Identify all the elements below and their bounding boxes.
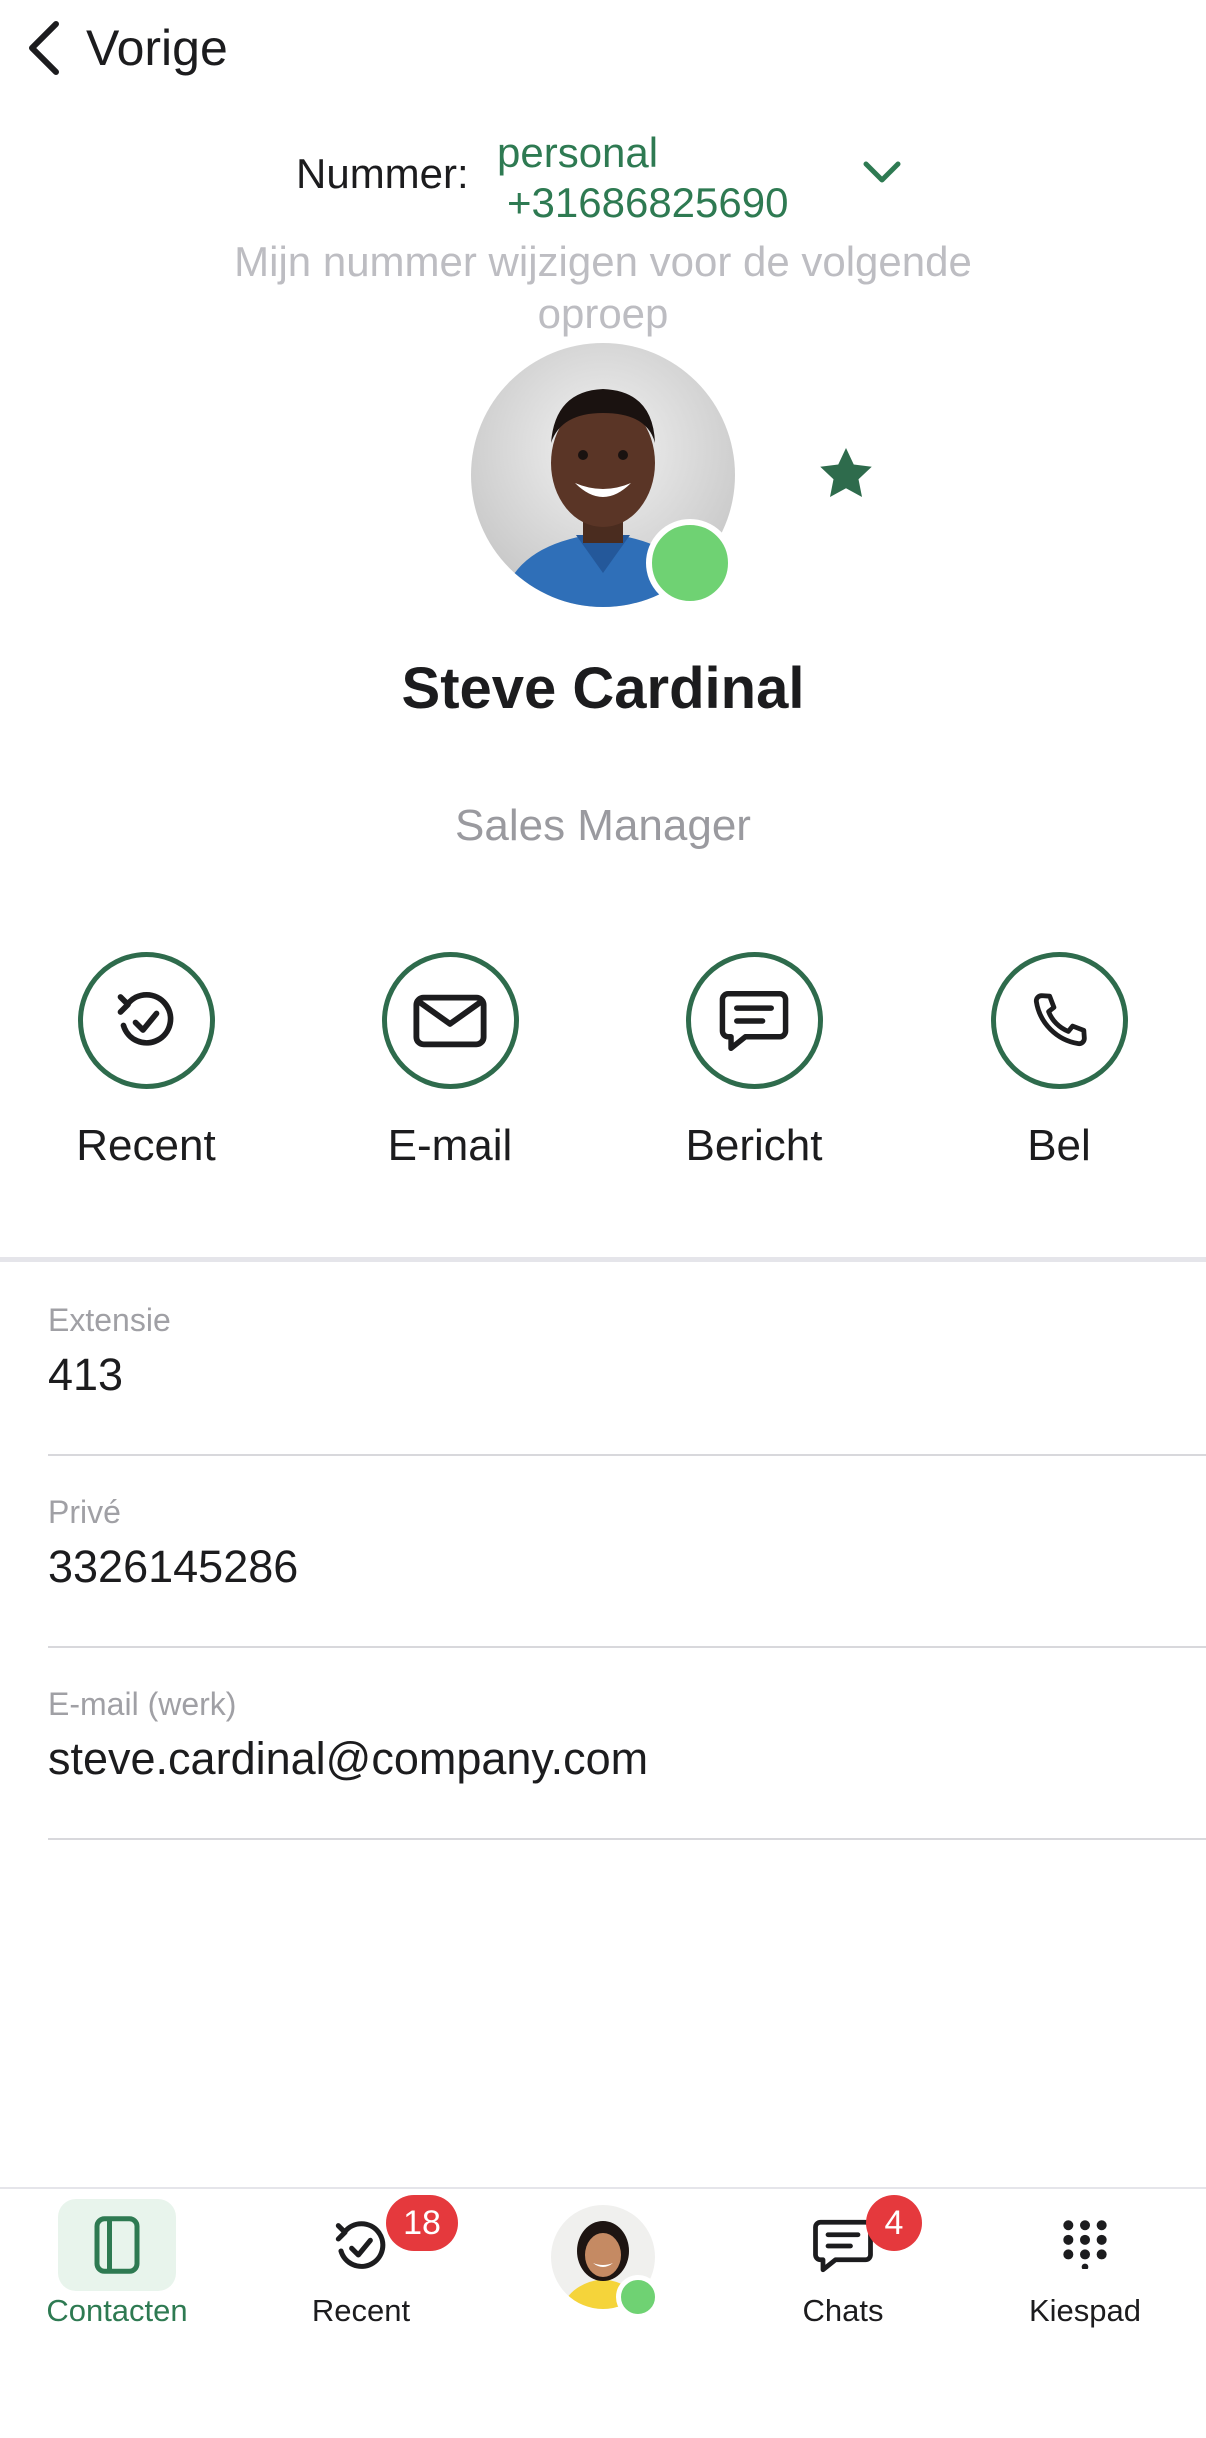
detail-label: Privé <box>48 1494 121 1530</box>
detail-row-work-email[interactable]: E-mail (werk) steve.cardinal@company.com <box>48 1686 1206 1840</box>
caller-id-hint: Mijn nummer wijzigen voor de volgende op… <box>234 238 972 337</box>
detail-label: E-mail (werk) <box>48 1686 237 1722</box>
back-button[interactable]: Vorige <box>24 18 228 78</box>
recent-action-button[interactable]: Recent <box>16 952 276 1171</box>
tab-keypad[interactable]: Kiespad <box>990 2195 1180 2335</box>
favorite-star-icon[interactable] <box>816 444 876 507</box>
email-action-label: E-mail <box>387 1121 513 1170</box>
detail-row-private[interactable]: Privé 3326145286 <box>48 1494 1206 1648</box>
tab-label: Contacten <box>46 2293 188 2328</box>
tab-recent[interactable]: 18 Recent <box>266 2195 458 2335</box>
detail-value: 413 <box>48 1349 124 1400</box>
contacts-book-icon <box>94 2216 140 2274</box>
back-label: Vorige <box>86 20 228 76</box>
section-divider <box>0 1257 1206 1262</box>
detail-label: Extensie <box>48 1302 171 1338</box>
call-action-label: Bel <box>1027 1121 1091 1170</box>
contact-job-title: Sales Manager <box>455 801 751 850</box>
recent-icon <box>335 2221 386 2269</box>
contact-name: Steve Cardinal <box>401 656 805 721</box>
call-action-button[interactable]: Bel <box>929 952 1189 1171</box>
tab-label: Recent <box>311 2293 411 2328</box>
detail-value: steve.cardinal@company.com <box>48 1733 649 1784</box>
tab-contacts[interactable]: Contacten <box>22 2195 212 2335</box>
message-action-label: Bericht <box>685 1121 823 1170</box>
tab-label: Chats <box>802 2293 884 2328</box>
chevron-left-icon <box>29 21 59 75</box>
mail-icon <box>413 994 487 1047</box>
number-label: Nummer: <box>296 150 469 197</box>
chevron-down-icon[interactable] <box>862 160 902 191</box>
presence-indicator <box>646 519 734 607</box>
phone-icon <box>1033 992 1087 1046</box>
recent-action-label: Recent <box>76 1121 216 1170</box>
caller-id-selector[interactable]: personal +31686825690 <box>497 128 788 228</box>
recent-badge: 18 <box>386 2195 458 2251</box>
recent-icon <box>117 991 174 1046</box>
keypad-icon <box>1063 2220 1107 2269</box>
email-action-button[interactable]: E-mail <box>320 952 580 1171</box>
detail-row-extension[interactable]: Extensie 413 <box>48 1302 1206 1456</box>
message-icon <box>719 990 789 1051</box>
tab-label: Kiespad <box>1028 2293 1142 2328</box>
tab-chats[interactable]: 4 Chats <box>748 2195 938 2335</box>
caller-id-number: +31686825690 <box>507 179 789 226</box>
chat-icon <box>813 2219 873 2273</box>
detail-value: 3326145286 <box>48 1541 299 1592</box>
my-presence-indicator <box>616 2275 660 2319</box>
caller-id-type: personal <box>497 129 659 176</box>
chats-badge: 4 <box>866 2195 922 2251</box>
message-action-button[interactable]: Bericht <box>624 952 884 1171</box>
